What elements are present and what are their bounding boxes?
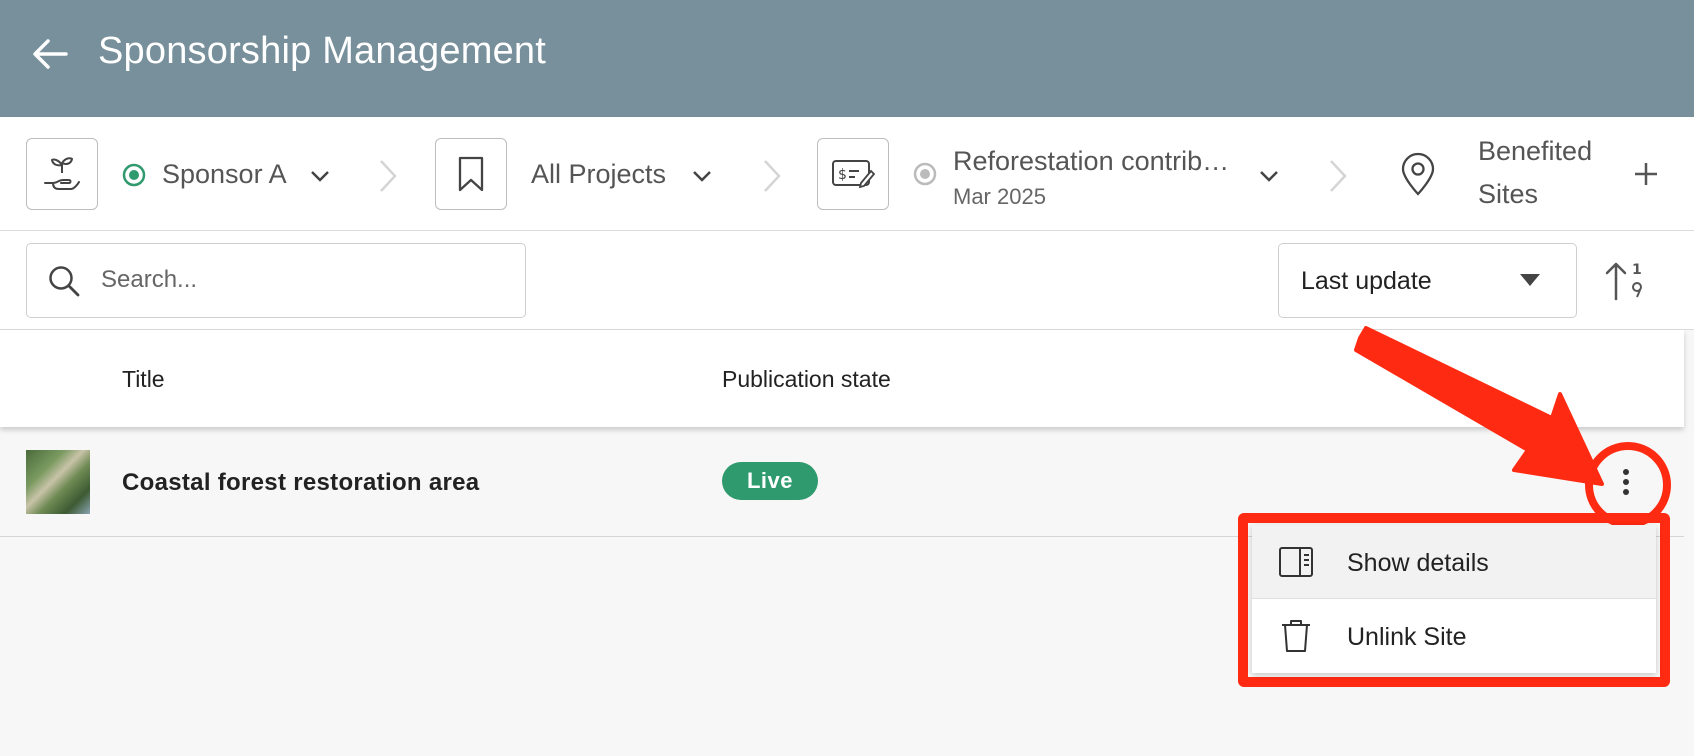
svg-text:1: 1: [1632, 262, 1642, 278]
hand-plant-icon: [44, 157, 80, 190]
search-box[interactable]: [26, 243, 526, 318]
page: Sponsorship Management Sponsor A All Pro…: [0, 0, 1694, 756]
menu-item-label: Unlink Site: [1347, 623, 1467, 651]
app-header: Sponsorship Management: [0, 0, 1694, 117]
side-panel-icon: [1279, 547, 1313, 577]
column-header-publication-state[interactable]: Publication state: [722, 366, 891, 393]
sponsor-icon-box[interactable]: [26, 138, 98, 210]
search-input[interactable]: [101, 244, 501, 316]
chevron-down-icon[interactable]: [691, 165, 713, 187]
menu-item-label: Show details: [1347, 549, 1489, 577]
context-menu: Show details Unlink Site: [1252, 525, 1656, 673]
project-label[interactable]: All Projects: [531, 159, 666, 190]
status-dot-inactive: [913, 162, 937, 186]
sort-select-value: Last update: [1301, 267, 1432, 295]
sites-label-line2: Sites: [1478, 179, 1539, 209]
sites-label-line1: Benefited: [1478, 136, 1593, 166]
check-pen-icon: $: [832, 160, 875, 189]
status-dot-active: [122, 163, 146, 187]
plus-icon[interactable]: [1632, 160, 1660, 188]
contribution-icon-box[interactable]: $: [817, 138, 889, 210]
back-button[interactable]: [28, 32, 72, 76]
row-title[interactable]: Coastal forest restoration area: [122, 469, 479, 497]
search-icon: [49, 266, 80, 297]
chevron-right-icon: [764, 160, 781, 192]
location-pin-icon: [1401, 152, 1435, 196]
column-header-title[interactable]: Title: [122, 366, 165, 393]
trash-icon: [1282, 620, 1310, 652]
project-icon-box[interactable]: [435, 138, 507, 210]
table-header: Title Publication state: [0, 330, 1684, 427]
arrow-left-icon: [33, 39, 68, 69]
svg-text:$: $: [838, 167, 847, 183]
chevron-right-icon: [380, 160, 397, 192]
breadcrumb: Sponsor A All Projects $ Reforestation c…: [0, 117, 1694, 231]
contribution-label[interactable]: Reforestation contrib…: [953, 146, 1229, 177]
contribution-date: Mar 2025: [953, 184, 1046, 209]
menu-item-unlink-site[interactable]: Unlink Site: [1252, 599, 1656, 673]
chevron-right-icon: [1330, 160, 1347, 192]
chevron-down-icon[interactable]: [1258, 165, 1280, 187]
chevron-down-icon[interactable]: [309, 165, 331, 187]
page-title: Sponsorship Management: [98, 30, 547, 72]
site-thumbnail: [26, 450, 90, 514]
caret-down-icon: [1520, 274, 1540, 286]
menu-item-show-details[interactable]: Show details: [1252, 525, 1656, 599]
sort-direction-icon[interactable]: 1: [1604, 259, 1648, 303]
sponsor-label[interactable]: Sponsor A: [162, 159, 287, 190]
sort-select[interactable]: Last update: [1278, 243, 1577, 318]
bookmark-icon: [458, 156, 484, 192]
toolbar: Last update 1: [0, 231, 1694, 330]
status-badge: Live: [722, 462, 818, 500]
